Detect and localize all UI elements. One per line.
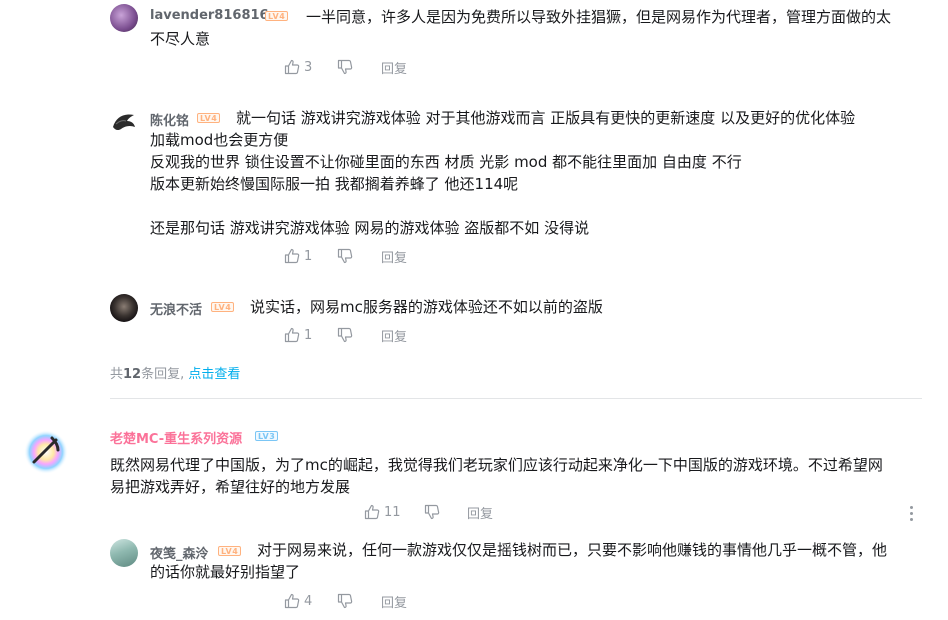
- reply-count-prefix: 共: [110, 367, 124, 382]
- reply-username[interactable]: 无浪不活: [150, 299, 202, 318]
- reply-text-line: 对于网易来说，任何一款游戏仅仅是摇钱树而已，只要不影响他赚钱的事情他几乎一概不管…: [257, 541, 888, 559]
- reply-actions: 3 回复: [284, 56, 444, 78]
- comment-actions: 11 回复: [364, 501, 524, 523]
- level-badge: LV4: [265, 11, 289, 21]
- dislike-button[interactable]: [337, 245, 353, 267]
- like-count: 3: [304, 59, 313, 75]
- avatar[interactable]: [110, 4, 138, 32]
- thumbs-up-icon: [364, 504, 380, 520]
- thumbs-down-icon: [337, 593, 353, 609]
- reply-text-line: 一半同意，许多人是因为免费所以导致外挂猖獗，但是网易作为代理者，管理方面做的太: [306, 8, 892, 26]
- comment-username[interactable]: 老楚MC-重生系列资源: [110, 428, 242, 447]
- reply-count-number: 12: [123, 367, 142, 382]
- comment-text-line: 易把游戏弄好，希望往好的地方发展: [110, 478, 351, 496]
- level-badge: LV4: [197, 113, 221, 123]
- like-button[interactable]: 11: [364, 501, 401, 523]
- thumbs-down-icon: [337, 327, 353, 343]
- level-badge: LV3: [255, 431, 279, 441]
- reply-button-label: 回复: [381, 61, 408, 77]
- like-count: 1: [304, 248, 313, 264]
- thumbs-down-icon: [424, 504, 440, 520]
- reply-actions: 1 回复: [284, 324, 444, 346]
- reply-button[interactable]: 回复: [381, 245, 407, 267]
- reply-actions: 4 回复: [284, 590, 444, 612]
- reply-actions: 1 回复: [284, 245, 444, 267]
- dislike-button[interactable]: [337, 324, 353, 346]
- like-button[interactable]: 1: [284, 324, 312, 346]
- reply-username[interactable]: lavender816816: [150, 8, 269, 23]
- reply-text-line: 加载mod也会更方便: [150, 131, 289, 149]
- dislike-button[interactable]: [424, 501, 440, 523]
- more-vertical-icon: [909, 517, 913, 521]
- like-count: 4: [304, 593, 313, 609]
- comment-divider: [110, 398, 922, 399]
- more-options-button[interactable]: [903, 502, 919, 524]
- avatar-image: [113, 114, 135, 131]
- dislike-button[interactable]: [337, 590, 353, 612]
- like-button[interactable]: 3: [284, 56, 312, 78]
- avatar[interactable]: [110, 107, 138, 135]
- more-vertical-icon: [909, 505, 913, 509]
- reply-button[interactable]: 回复: [381, 56, 407, 78]
- thumbs-down-icon: [337, 59, 353, 75]
- thumbs-up-icon: [284, 327, 300, 343]
- reply-text-line: 版本更新始终慢国际服一拍 我都搁着养蜂了 他还114呢: [150, 175, 519, 193]
- reply-text-line: 不尽人意: [150, 30, 211, 48]
- level-badge: LV4: [218, 546, 242, 556]
- reply-button-label: 回复: [381, 329, 408, 345]
- reply-button[interactable]: 回复: [381, 324, 407, 346]
- like-count: 11: [384, 504, 401, 520]
- comment-text-line: 既然网易代理了中国版，为了mc的崛起，我觉得我们老玩家们应该行动起来净化一下中国…: [110, 456, 883, 474]
- avatar[interactable]: [22, 428, 70, 476]
- reply-text-line: 的话你就最好别指望了: [150, 563, 301, 581]
- reply-text-line: 就一句话 游戏讲究游戏体验 对于其他游戏而言 正版具有更快的更新速度 以及更好的…: [236, 109, 856, 127]
- thumbs-up-icon: [284, 248, 300, 264]
- reply-text-line: 反观我的世界 锁住设置不让你碰里面的东西 材质 光影 mod 都不能往里面加 自…: [150, 153, 742, 171]
- reply-button-label: 回复: [381, 595, 408, 611]
- reply-button-label: 回复: [467, 506, 494, 522]
- avatar[interactable]: [110, 294, 138, 322]
- avatar[interactable]: [110, 539, 138, 567]
- reply-username[interactable]: 夜笺_森泠: [150, 543, 209, 562]
- more-vertical-icon: [909, 511, 913, 515]
- reply-text-line: 还是那句话 游戏讲究游戏体验 网易的游戏体验 盗版都不如 没得说: [150, 219, 590, 237]
- reply-count-summary: 共12条回复, 点击查看: [110, 363, 240, 382]
- like-count: 1: [304, 327, 313, 343]
- reply-button[interactable]: 回复: [381, 590, 407, 612]
- avatar-image: [24, 430, 68, 474]
- thumbs-down-icon: [337, 248, 353, 264]
- reply-count-suffix: 条回复,: [141, 367, 185, 382]
- like-button[interactable]: 1: [284, 245, 312, 267]
- thumbs-up-icon: [284, 59, 300, 75]
- reply-button[interactable]: 回复: [467, 501, 493, 523]
- thumbs-up-icon: [284, 593, 300, 609]
- level-badge: LV4: [211, 302, 235, 312]
- like-button[interactable]: 4: [284, 590, 312, 612]
- dislike-button[interactable]: [337, 56, 353, 78]
- reply-text-line: 说实话，网易mc服务器的游戏体验还不如以前的盗版: [250, 298, 603, 316]
- reply-button-label: 回复: [381, 250, 408, 266]
- reply-username[interactable]: 陈化铭: [150, 110, 189, 129]
- view-replies-link[interactable]: 点击查看: [188, 367, 240, 382]
